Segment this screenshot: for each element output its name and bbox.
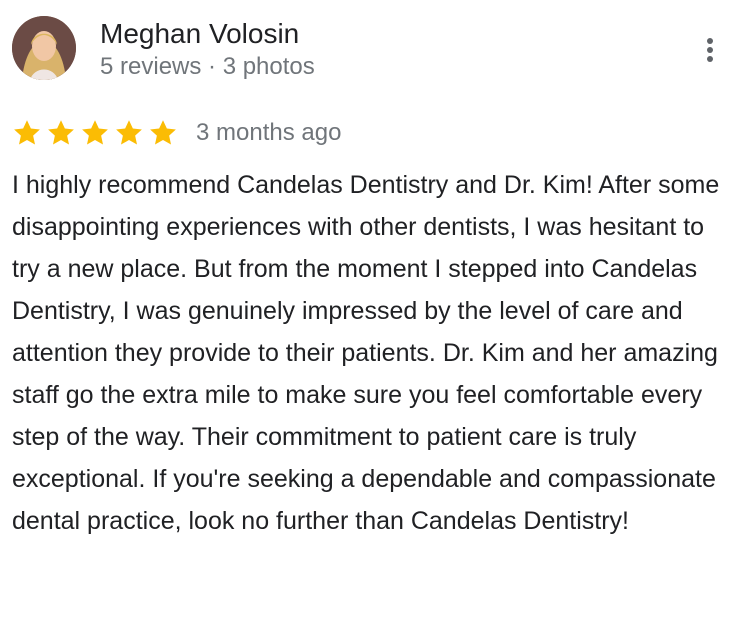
more-vertical-icon [707,38,713,62]
star-icon [14,120,40,145]
reviewer-stats: 5 reviews · 3 photos [100,53,315,80]
review-text: I highly recommend Candelas Dentistry an… [12,171,720,535]
reviewer-name[interactable]: Meghan Volosin [100,17,299,51]
review-header: Meghan Volosin 5 reviews · 3 photos [10,14,730,84]
rating-row: 3 months ago [12,115,341,151]
avatar[interactable] [12,16,76,80]
review-card: Meghan Volosin 5 reviews · 3 photos 3 mo… [0,0,740,636]
star-icon [82,120,108,145]
star-icon [48,120,74,145]
more-options-button[interactable] [698,34,722,66]
star-icon [116,120,142,145]
star-icon [150,120,176,145]
review-date: 3 months ago [196,119,342,146]
star-rating [12,118,178,148]
avatar-photo [12,16,76,80]
